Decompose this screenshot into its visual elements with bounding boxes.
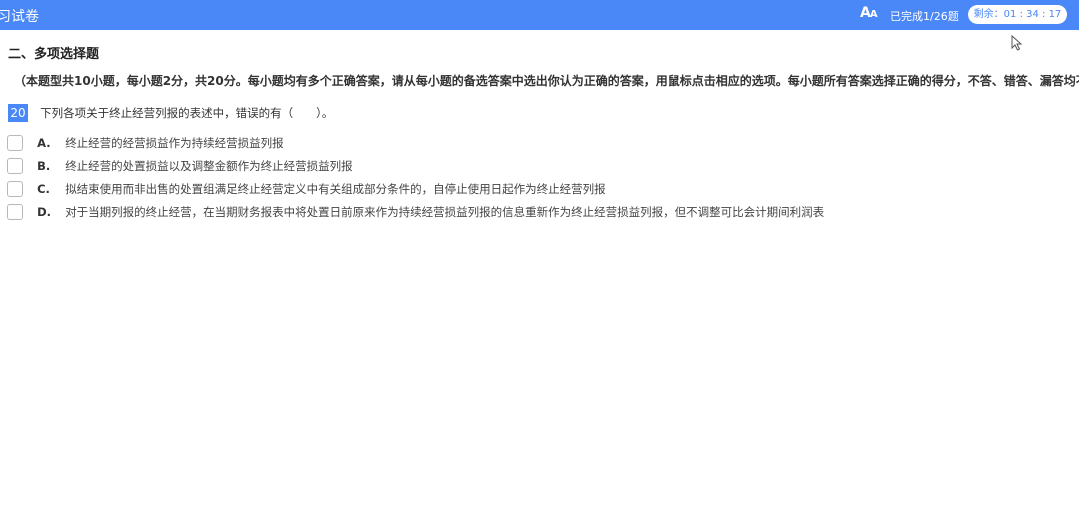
section-title: 二、多项选择题 <box>8 47 100 62</box>
question-header: 20 下列各项关于终止经营列报的表述中，错误的有（ ）。 <box>8 102 334 122</box>
question-text: 下列各项关于终止经营列报的表述中，错误的有（ ）。 <box>40 105 334 120</box>
option-b-letter: B. <box>37 158 51 173</box>
option-d-text: 对于当期列报的终止经营，在当期财务报表中将处置日前原来作为持续经营损益列报的信息… <box>65 204 825 219</box>
progress-text: 已完成1/26题 <box>890 10 959 23</box>
section-instructions: （本题型共10小题，每小题2分，共20分。每小题均有多个正确答案，请从每小题的备… <box>14 74 1079 88</box>
option-a[interactable]: A. 终止经营的经营损益作为持续经营损益列报 <box>7 132 284 151</box>
option-b-text: 终止经营的处置损益以及调整金额作为终止经营损益列报 <box>65 158 353 173</box>
option-a-checkbox[interactable] <box>7 134 23 151</box>
option-c-text: 拟结束使用而非出售的处置组满足终止经营定义中有关组成部分条件的，自停止使用日起作… <box>65 181 606 196</box>
option-b[interactable]: B. 终止经营的处置损益以及调整金额作为终止经营损益列报 <box>7 155 353 174</box>
top-bar: 习试卷 AA 已完成1/26题 剩余：01 : 34 : 17 <box>0 0 1079 30</box>
option-a-text: 终止经营的经营损益作为持续经营损益列报 <box>65 135 284 150</box>
exam-title: 习试卷 <box>0 9 39 25</box>
option-c[interactable]: C. 拟结束使用而非出售的处置组满足终止经营定义中有关组成部分条件的，自停止使用… <box>7 178 606 197</box>
option-c-checkbox[interactable] <box>7 180 23 197</box>
option-d[interactable]: D. 对于当期列报的终止经营，在当期财务报表中将处置日前原来作为持续经营损益列报… <box>7 201 825 220</box>
font-size-icon[interactable]: AA <box>860 5 878 21</box>
mouse-cursor-icon <box>1011 35 1023 51</box>
option-c-letter: C. <box>37 181 50 196</box>
option-d-checkbox[interactable] <box>7 203 23 220</box>
countdown-timer: 剩余：01 : 34 : 17 <box>968 5 1067 24</box>
option-b-checkbox[interactable] <box>7 157 23 174</box>
option-a-letter: A. <box>37 135 51 150</box>
option-d-letter: D. <box>37 204 52 219</box>
question-number: 20 <box>8 103 28 122</box>
